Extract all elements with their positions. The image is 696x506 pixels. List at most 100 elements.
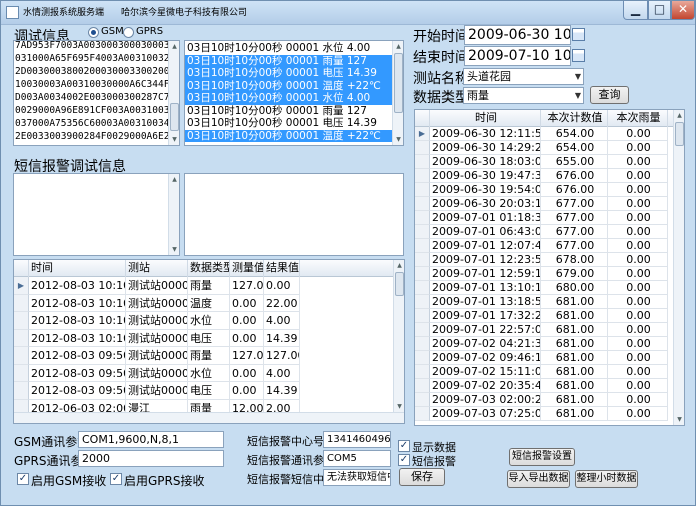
row-header[interactable] xyxy=(415,155,430,169)
table-row[interactable]: 2009-07-01 17:32:23 681.00 0.00 xyxy=(430,309,668,323)
table-row[interactable]: 2009-07-02 09:46:14 681.00 0.00 xyxy=(430,351,668,365)
data-type-select[interactable]: 雨量 ▼ xyxy=(463,87,584,104)
close-button[interactable]: ✕ xyxy=(671,1,695,20)
row-header[interactable] xyxy=(415,253,430,267)
message-item[interactable]: 03日10时10分00秒 00001 水位 4.00 xyxy=(185,42,392,55)
table-row[interactable]: 2009-07-01 22:57:01 681.00 0.00 xyxy=(430,323,668,337)
row-header[interactable] xyxy=(415,183,430,197)
scroll-up-icon[interactable]: ▲ xyxy=(394,42,403,51)
col-time[interactable]: 时间 xyxy=(29,260,126,277)
table-row[interactable]: 2009-06-30 18:03:02 655.00 0.00 xyxy=(430,155,668,169)
table-row[interactable]: 2012-08-03 09:50:00测试站00001电压0.0014.39 xyxy=(29,382,300,400)
scroll-down-icon[interactable]: ▼ xyxy=(170,135,179,144)
gprs-radio[interactable] xyxy=(123,27,134,38)
row-header[interactable] xyxy=(415,281,430,295)
row-header[interactable] xyxy=(415,393,430,407)
sms-sms-center-input[interactable]: 无法获取短信中 xyxy=(323,469,391,486)
row-header[interactable] xyxy=(415,267,430,281)
message-list[interactable]: 03日10时10分00秒 00001 水位 4.00 03日10时10分00秒 0… xyxy=(184,40,404,146)
col-measure[interactable]: 测量值 xyxy=(230,260,264,277)
row-header[interactable] xyxy=(415,379,430,393)
table-row[interactable]: 2009-06-30 19:47:37 676.00 0.00 xyxy=(430,169,668,183)
row-header[interactable] xyxy=(415,351,430,365)
start-time-input[interactable]: 2009-06-30 10:01 xyxy=(464,25,571,45)
table-row[interactable]: 2012-08-03 09:50:00测试站00001雨量127.00127.0… xyxy=(29,347,300,365)
sms-alarm-box-right[interactable] xyxy=(184,173,404,256)
data-table-hscroll[interactable] xyxy=(14,412,404,423)
scroll-down-icon[interactable]: ▼ xyxy=(395,402,404,411)
table-row[interactable]: 2009-06-30 12:11:55 654.00 0.00 xyxy=(430,127,668,141)
message-item[interactable]: 03日10时10分00秒 00001 温度 +22℃ xyxy=(185,129,392,142)
sms-alarm-box-left[interactable]: ▲ ▼ xyxy=(13,173,180,256)
row-header[interactable] xyxy=(415,337,430,351)
minimize-button[interactable]: ▁ xyxy=(623,1,648,20)
scroll-down-icon[interactable]: ▼ xyxy=(675,415,684,424)
table-row[interactable]: 2012-08-03 10:10:00测试站00001电压0.0014.39 xyxy=(29,329,300,347)
message-item[interactable]: 03日10时10分00秒 00001 温度 +22℃ xyxy=(185,79,392,92)
import-export-button[interactable]: 导入导出数据 xyxy=(507,470,570,488)
row-header[interactable] xyxy=(415,239,430,253)
row-header[interactable] xyxy=(14,329,29,347)
result-table-vscroll[interactable]: ▲ ▼ xyxy=(673,110,684,425)
table-row[interactable]: 2009-07-02 20:35:48 681.00 0.00 xyxy=(430,379,668,393)
table-row[interactable]: 2009-07-03 07:25:08 681.00 0.00 xyxy=(430,407,668,421)
message-scrollbar[interactable]: ▲ ▼ xyxy=(392,41,403,145)
row-header[interactable] xyxy=(415,141,430,155)
table-row[interactable]: 2009-07-01 06:43:07 677.00 0.00 xyxy=(430,225,668,239)
sms-scrollbar[interactable]: ▲ ▼ xyxy=(168,174,179,255)
hex-scrollbar[interactable]: ▲ ▼ xyxy=(168,41,179,145)
col-result-time[interactable]: 时间 xyxy=(430,110,541,127)
scroll-thumb[interactable] xyxy=(675,122,684,146)
table-row[interactable]: 2009-06-30 19:54:02 676.00 0.00 xyxy=(430,183,668,197)
maximize-button[interactable]: □ xyxy=(648,1,671,20)
table-row[interactable]: 2009-07-03 02:00:29 681.00 0.00 xyxy=(430,393,668,407)
col-type[interactable]: 数据类型 xyxy=(188,260,230,277)
gprs-params-input[interactable]: 2000 xyxy=(78,450,224,467)
query-button[interactable]: 查询 xyxy=(590,86,629,104)
table-row[interactable]: 2009-07-02 04:21:38 681.00 0.00 xyxy=(430,337,668,351)
data-table[interactable]: 时间 测站 数据类型 测量值 结果值 ▶2012-08-03 10:10:00测… xyxy=(13,259,405,424)
scroll-down-icon[interactable]: ▼ xyxy=(394,135,403,144)
col-rain[interactable]: 本次雨量 xyxy=(608,110,668,127)
message-item[interactable]: 03日10时10分00秒 00001 雨量 127 xyxy=(185,105,392,118)
row-header[interactable]: ▶ xyxy=(14,277,29,295)
row-header[interactable] xyxy=(415,295,430,309)
row-header[interactable] xyxy=(415,211,430,225)
scroll-thumb[interactable] xyxy=(170,103,179,131)
col-station[interactable]: 测站 xyxy=(126,260,188,277)
row-header[interactable] xyxy=(415,323,430,337)
scroll-up-icon[interactable]: ▲ xyxy=(170,175,179,184)
show-data-checkbox[interactable]: ✓ xyxy=(398,440,410,452)
row-header[interactable] xyxy=(14,294,29,312)
sms-comm-params-input[interactable]: COM5 xyxy=(323,450,391,467)
row-header[interactable] xyxy=(14,382,29,400)
table-row[interactable]: 2012-08-03 10:10:00测试站00001温度0.0022.00 xyxy=(29,294,300,312)
table-row[interactable]: 2009-07-01 13:10:19 680.00 0.00 xyxy=(430,281,668,295)
row-header[interactable] xyxy=(415,309,430,323)
scroll-down-icon[interactable]: ▼ xyxy=(170,245,179,254)
save-button[interactable]: 保存 xyxy=(399,468,445,486)
sms-center-number-input[interactable]: 13414604967 xyxy=(323,431,391,448)
station-select[interactable]: 头道花园 ▼ xyxy=(463,68,584,85)
table-row[interactable]: 2012-08-03 09:50:00测试站00001水位0.004.00 xyxy=(29,364,300,382)
scroll-up-icon[interactable]: ▲ xyxy=(675,111,684,120)
message-item[interactable]: 03日10时10分00秒 00001 水位 4.00 xyxy=(185,92,392,105)
hex-data-box[interactable]: 7AD953F7003A00300030003000300 031000A65F6… xyxy=(13,40,180,146)
end-time-input[interactable]: 2009-07-10 10:01 xyxy=(464,46,571,66)
message-item[interactable]: 03日10时10分00秒 00001 电压 14.39 xyxy=(185,117,392,130)
message-item[interactable]: 03日10时10分00秒 00001 雨量 127 xyxy=(185,54,392,67)
table-row[interactable]: 2009-07-01 12:07:41 677.00 0.00 xyxy=(430,239,668,253)
table-row[interactable]: 2009-07-01 12:59:16 679.00 0.00 xyxy=(430,267,668,281)
table-row[interactable]: 2009-06-30 20:03:15 677.00 0.00 xyxy=(430,197,668,211)
tidy-hourly-button[interactable]: 整理小时数据 xyxy=(575,470,638,488)
row-header[interactable] xyxy=(14,312,29,330)
table-row[interactable]: 2009-07-01 13:18:53 681.00 0.00 xyxy=(430,295,668,309)
row-header[interactable] xyxy=(14,347,29,365)
col-result[interactable]: 结果值 xyxy=(264,260,300,277)
enable-gprs-checkbox[interactable]: ✓ xyxy=(110,473,122,485)
calendar-icon[interactable] xyxy=(572,49,585,62)
col-count[interactable]: 本次计数值 xyxy=(541,110,608,127)
gsm-params-input[interactable]: COM1,9600,N,8,1 xyxy=(78,431,224,448)
title-bar[interactable]: 水情测报系统服务端 哈尔滨今星微电子科技有限公司 ▁ □ ✕ xyxy=(1,1,695,25)
gsm-radio[interactable] xyxy=(88,27,99,38)
